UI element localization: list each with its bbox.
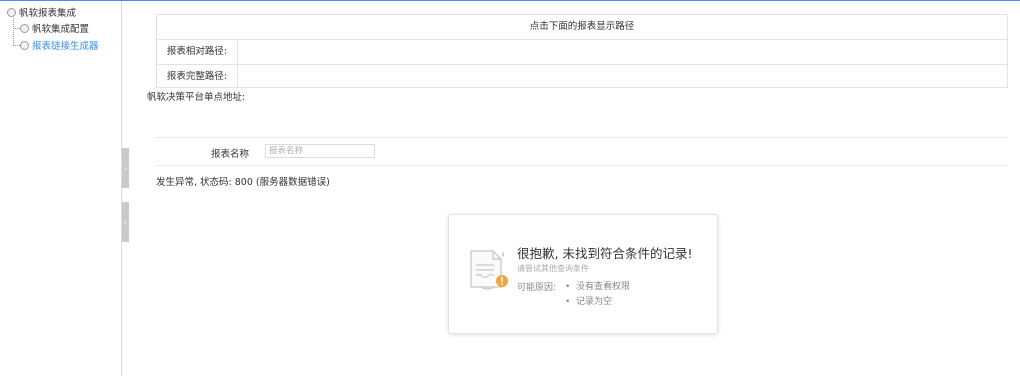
sidebar-item-integration-config[interactable]: 帆软集成配置: [20, 21, 89, 35]
tree-connector: [13, 28, 20, 29]
sso-address-label: 帆软决策平台单点地址:: [147, 92, 246, 103]
empty-document-icon: [470, 250, 508, 290]
collapse-tab[interactable]: ‹: [122, 202, 129, 242]
chevron-right-icon: ›: [123, 163, 128, 173]
sidebar-item-label: 报表链接生成器: [32, 41, 99, 52]
report-name-label: 报表名称: [211, 149, 250, 160]
sidebar-item-link-generator[interactable]: 报表链接生成器: [20, 38, 99, 52]
divider: [156, 165, 1008, 166]
reasons-label: 可能原因:: [517, 283, 557, 293]
path-row-full: 报表完整路径:: [157, 65, 1007, 89]
tree-root-node[interactable]: 帆软报表集成: [7, 5, 76, 19]
error-message: 发生异常, 状态码: 800 (服务器数据错误): [156, 177, 330, 188]
relative-path-label: 报表相对路径:: [157, 40, 238, 64]
reason-item: 记录为空: [565, 295, 630, 310]
expand-tab[interactable]: ›: [122, 148, 129, 188]
path-panel-title: 点击下面的报表显示路径: [157, 15, 1007, 40]
tree-connector: [13, 18, 14, 45]
empty-state-card: 很抱歉, 未找到符合条件的记录! 请尝试其他查询条件 可能原因: 没有查看权限 …: [448, 214, 718, 334]
sidebar-tree: 帆软报表集成 帆软集成配置 报表链接生成器: [0, 1, 122, 376]
top-accent-line: [0, 0, 1020, 1]
empty-state-subtitle: 请尝试其他查询条件: [517, 264, 589, 273]
report-name-input[interactable]: [265, 144, 375, 158]
reasons-list: 没有查看权限 记录为空: [565, 280, 630, 310]
full-path-label: 报表完整路径:: [157, 65, 238, 89]
chevron-left-icon: ‹: [123, 217, 128, 227]
path-row-relative: 报表相对路径:: [157, 40, 1007, 65]
full-path-value[interactable]: [238, 65, 1007, 89]
report-path-panel: 点击下面的报表显示路径 报表相对路径: 报表完整路径:: [156, 14, 1008, 89]
tree-node-icon: [7, 7, 16, 17]
divider: [156, 137, 1008, 138]
empty-state-title: 很抱歉, 未找到符合条件的记录!: [517, 246, 693, 261]
tree-root-label: 帆软报表集成: [19, 8, 77, 19]
tree-connector: [13, 45, 20, 46]
tree-node-icon: [20, 40, 29, 50]
reason-item: 没有查看权限: [565, 280, 630, 295]
sidebar-item-label: 帆软集成配置: [32, 24, 90, 35]
relative-path-value[interactable]: [238, 40, 1007, 64]
tree-node-icon: [20, 23, 29, 33]
